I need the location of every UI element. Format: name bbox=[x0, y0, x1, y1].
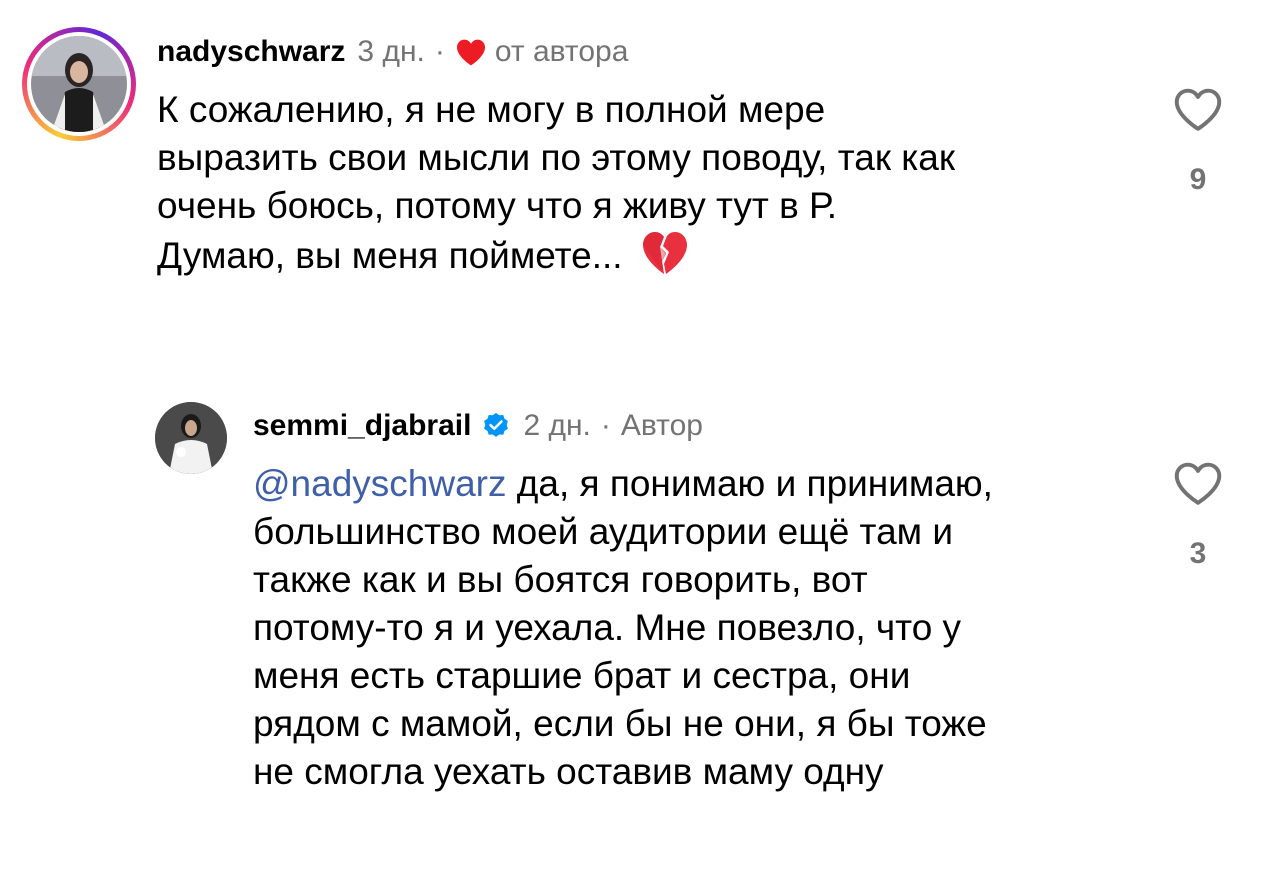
separator-dot: · bbox=[434, 35, 445, 68]
comment-text: К сожалению, я не могу в полной мере выр… bbox=[157, 86, 1137, 288]
comment-line: не смогла уехать оставив маму одну bbox=[253, 751, 884, 792]
comment-line-first: @nadyschwarz да, я понимаю и принимаю, bbox=[253, 460, 1153, 508]
comment-meta: semmi_djabrail 2 дн. · Автор bbox=[253, 404, 703, 448]
like-control: 3 bbox=[1170, 460, 1226, 571]
comment-line: Думаю, вы меня поймете... bbox=[157, 235, 623, 276]
author-label: Автор bbox=[620, 409, 703, 442]
comment-line: очень боюсь, потому что я живу тут в Р. bbox=[157, 185, 838, 226]
timestamp: 3 дн. bbox=[357, 35, 425, 68]
reply-item: semmi_djabrail 2 дн. · Автор @nadyschwar… bbox=[0, 390, 1280, 810]
heart-outline-icon[interactable] bbox=[1173, 86, 1223, 137]
mention-link[interactable]: @nadyschwarz bbox=[253, 463, 507, 504]
avatar[interactable] bbox=[155, 402, 227, 474]
comment-line: рядом с мамой, если бы не они, я бы тоже bbox=[253, 703, 987, 744]
comment-line: также как и вы боятся говорить, вот bbox=[253, 559, 868, 600]
username[interactable]: nadyschwarz bbox=[157, 35, 345, 69]
heart-filled-icon bbox=[455, 37, 487, 67]
heart-outline-icon[interactable] bbox=[1173, 460, 1223, 511]
separator-dot: · bbox=[600, 409, 611, 442]
comment-line: меня есть старшие брат и сестра, они bbox=[253, 655, 911, 696]
comment-line: К сожалению, я не могу в полной мере bbox=[157, 89, 826, 130]
liked-by-author-label: от автора bbox=[494, 35, 629, 68]
comment-item: nadyschwarz 3 дн. · от автора К сожалени… bbox=[0, 0, 1280, 330]
comment-text: @nadyschwarz да, я понимаю и принимаю, б… bbox=[253, 460, 1153, 796]
username[interactable]: semmi_djabrail bbox=[253, 409, 471, 443]
comment-line: да, я понимаю и принимаю, bbox=[506, 463, 993, 504]
avatar bbox=[31, 36, 127, 132]
comment-line: выразить свои мысли по этому поводу, так… bbox=[157, 137, 956, 178]
broken-heart-emoji bbox=[641, 230, 689, 288]
like-control: 9 bbox=[1170, 86, 1226, 197]
like-count: 3 bbox=[1189, 537, 1207, 570]
comment-line: большинство моей аудитории ещё там и bbox=[253, 511, 954, 552]
avatar-story-ring[interactable] bbox=[22, 27, 136, 141]
like-count: 9 bbox=[1189, 163, 1207, 196]
comment-line-last: Думаю, вы меня поймете... bbox=[157, 230, 1137, 288]
verified-badge-icon bbox=[481, 411, 511, 441]
timestamp: 2 дн. bbox=[523, 409, 591, 442]
comment-line: потому-то я и уехала. Мне повезло, что у bbox=[253, 607, 962, 648]
comment-meta: nadyschwarz 3 дн. · от автора bbox=[157, 30, 628, 74]
